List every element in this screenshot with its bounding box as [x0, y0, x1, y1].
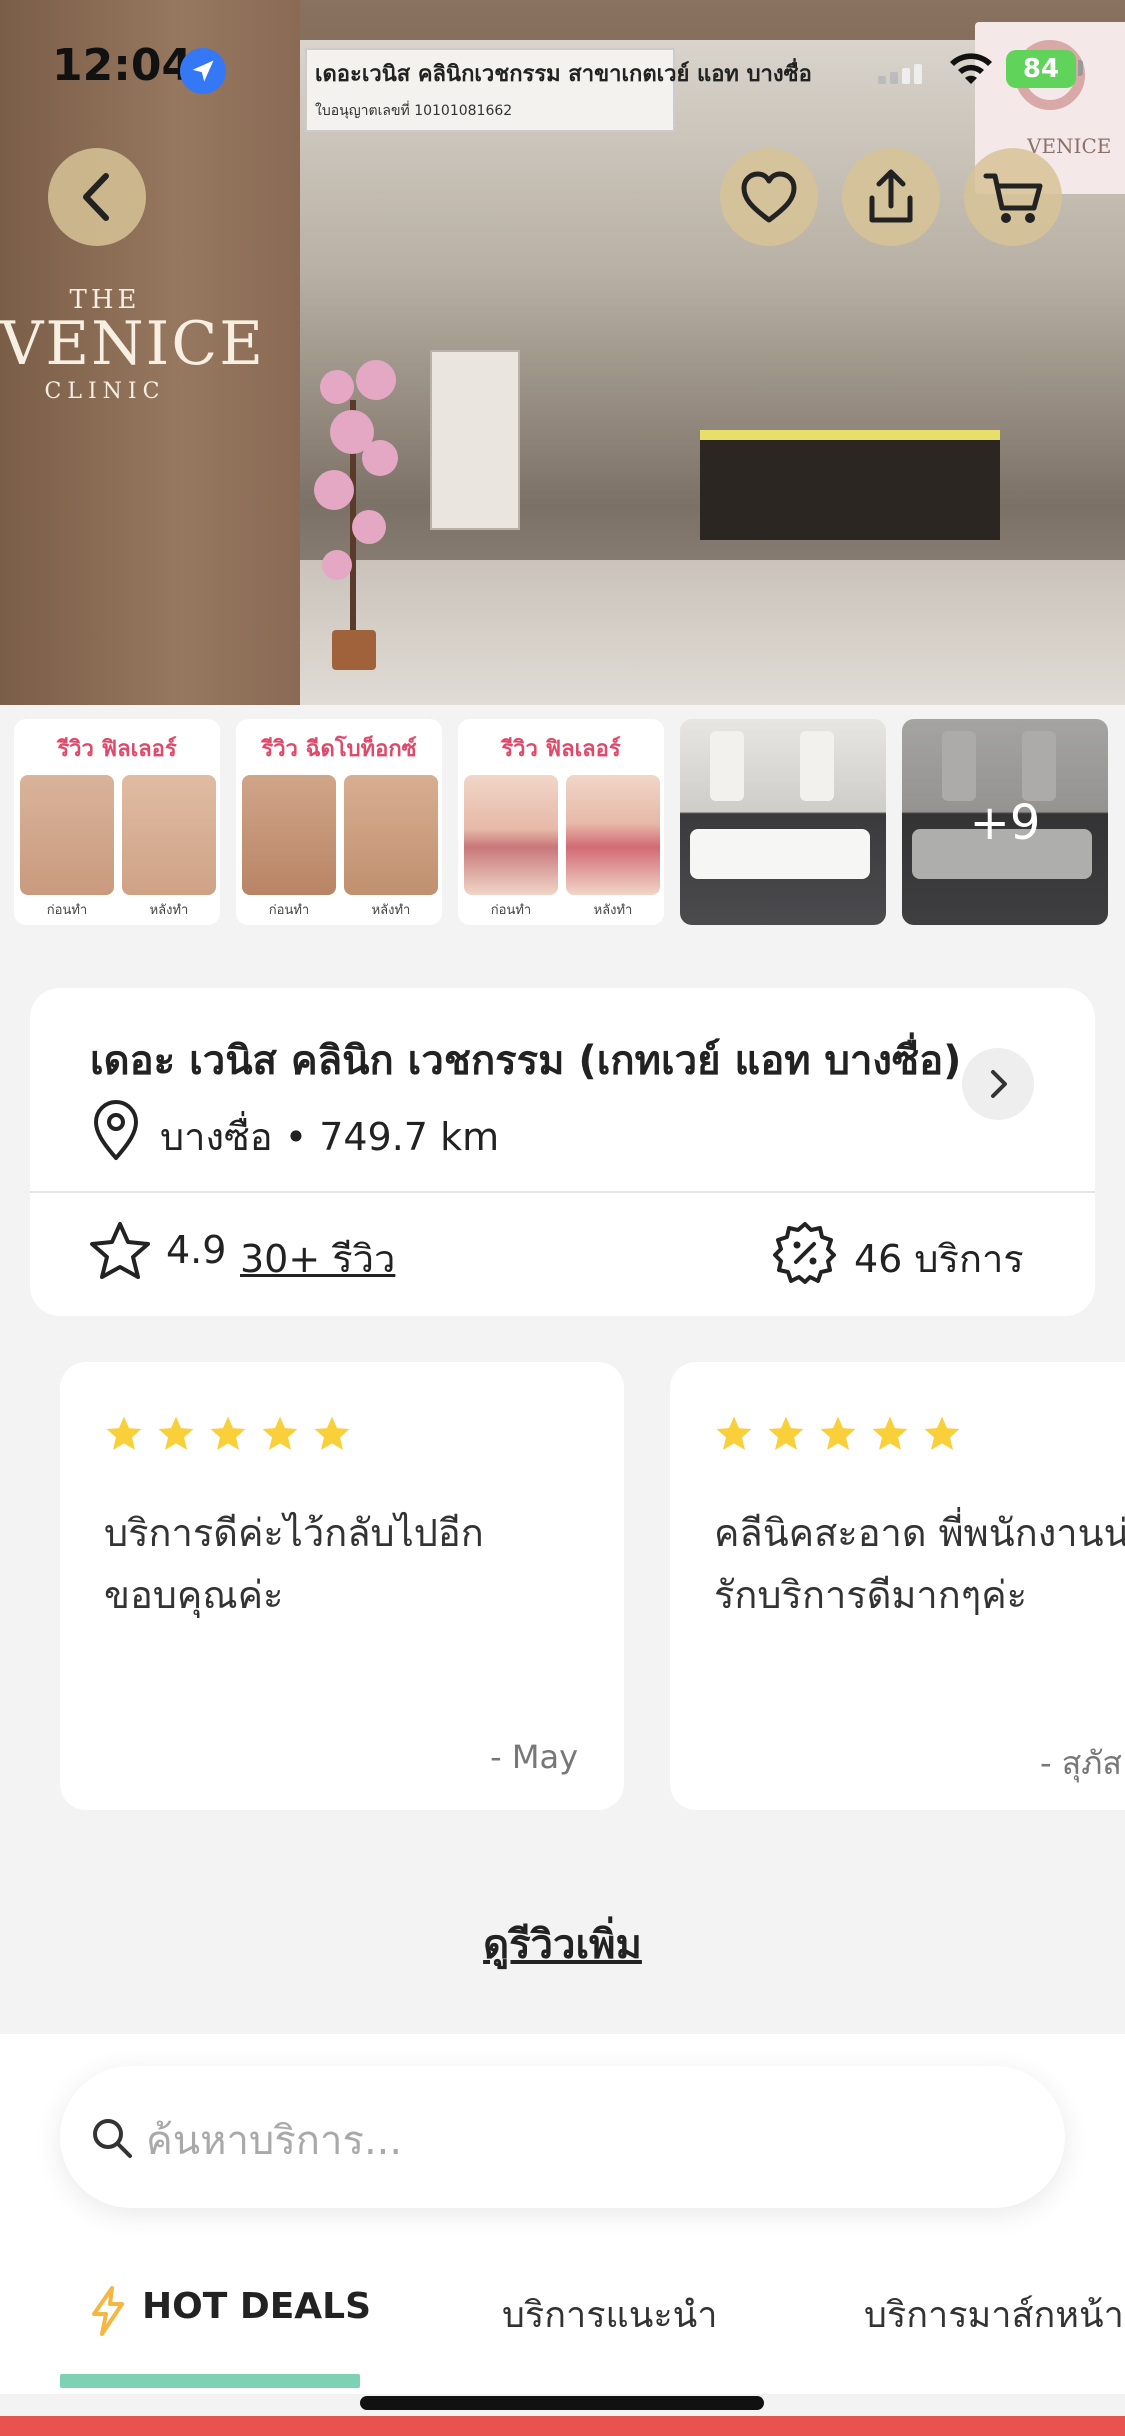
clinic-details-button[interactable] [962, 1048, 1034, 1120]
service-search-input[interactable]: ค้นหาบริการ... [60, 2066, 1065, 2208]
search-icon [93, 2119, 132, 2158]
star-icon [872, 1416, 908, 1450]
star-icon [820, 1416, 856, 1450]
chevron-right-icon [991, 1070, 1007, 1098]
review-text: คลีนิคสะอาด พี่พนักงานน่า รักบริการดีมาก… [714, 1511, 1125, 1617]
star-icon [262, 1416, 298, 1450]
wifi-icon [950, 53, 992, 84]
gallery-thumbnail-more[interactable]: +9 [902, 719, 1108, 925]
more-reviews-link[interactable]: ดูรีวิวเพิ่ม [0, 1912, 1125, 1976]
review-author: - สุภัส [1040, 1744, 1122, 1782]
thumbnail-title: รีวิว ฟิลเลอร์ [57, 737, 177, 762]
more-photos-count: +9 [969, 795, 1041, 851]
bottom-bar-edge [0, 2416, 1125, 2436]
cellular-signal-icon [878, 64, 922, 84]
battery-tip [1078, 60, 1083, 76]
share-icon [869, 169, 913, 223]
review-stars [714, 1414, 962, 1454]
gallery-thumbnail[interactable] [680, 719, 886, 925]
star-outline-icon [90, 1222, 150, 1279]
active-tab-indicator [60, 2374, 360, 2388]
logo-venice: VENICE [0, 309, 266, 379]
thumbnail-before-label: ก่อนทำ [268, 903, 310, 918]
clinic-location-distance: บางซื่อ • 749.7 km [160, 1115, 500, 1159]
service-tabs: HOT DEALS บริการแนะนำ บริการมาส์กหน้า [0, 2236, 1125, 2356]
lightning-bolt-icon [92, 2286, 124, 2336]
clinic-name[interactable]: เดอะ เวนิส คลินิก เวชกรรม (เกทเวย์ แอท บ… [90, 1028, 990, 1092]
gallery-thumbnail[interactable]: รีวิว ฟิลเลอร์ ก่อนทำ หลังทำ [14, 719, 220, 925]
clinic-info-card: เดอะ เวนิส คลินิก เวชกรรม (เกทเวย์ แอท บ… [30, 988, 1095, 1316]
logo-clinic: CLINIC [44, 379, 166, 404]
hero-floor [300, 560, 1125, 705]
battery-indicator: 84 [1006, 50, 1076, 88]
share-button[interactable] [842, 148, 940, 246]
hero-reception-counter [700, 430, 1000, 540]
star-icon [924, 1416, 960, 1450]
review-text: บริการดีค่ะไว้กลับไปอีก ขอบคุณค่ะ [104, 1511, 484, 1617]
heart-icon [741, 171, 797, 223]
review-card[interactable]: คลีนิคสะอาด พี่พนักงานน่า รักบริการดีมาก… [670, 1362, 1125, 1810]
star-icon [210, 1416, 246, 1450]
review-stars [104, 1414, 352, 1454]
tab-facial-mask-services[interactable]: บริการมาส์กหน้า [864, 2286, 1124, 2343]
star-icon [314, 1416, 350, 1450]
thumbnail-after-label: หลังทำ [593, 903, 633, 918]
cart-button[interactable] [964, 148, 1062, 246]
gallery-thumbnail-strip: รีวิว ฟิลเลอร์ ก่อนทำ หลังทำ รีวิว ฉีดโบ… [0, 705, 1125, 945]
venice-clinic-logo: THE VENICE CLINIC [0, 285, 266, 404]
map-pin-icon [94, 1100, 138, 1160]
chevron-left-icon [83, 173, 109, 221]
star-icon [768, 1416, 804, 1450]
discount-badge-icon [773, 1222, 836, 1284]
card-divider [30, 1191, 1095, 1193]
thumbnail-after-label: หลังทำ [371, 903, 411, 918]
flower-vase-decoration [300, 360, 410, 670]
review-card[interactable]: บริการดีค่ะไว้กลับไปอีก ขอบคุณค่ะ - May [60, 1362, 624, 1810]
star-icon [158, 1416, 194, 1450]
thumbnail-after-label: หลังทำ [149, 903, 189, 918]
status-time: 12:04 [52, 40, 193, 91]
gallery-thumbnail[interactable]: รีวิว ฉีดโบท็อกซ์ ก่อนทำ หลังทำ [236, 719, 442, 925]
status-bar: 12:04 84 [0, 0, 1125, 135]
location-arrow-icon [180, 48, 226, 94]
gallery-thumbnail[interactable]: รีวิว ฟิลเลอร์ ก่อนทำ หลังทำ [458, 719, 664, 925]
thumbnail-title: รีวิว ฟิลเลอร์ [501, 737, 621, 762]
services-count[interactable]: 46 บริการ [854, 1228, 1024, 1289]
review-author: - May [490, 1738, 578, 1776]
thumbnail-before-label: ก่อนทำ [46, 903, 88, 918]
star-icon [716, 1416, 752, 1450]
home-indicator[interactable] [360, 2396, 764, 2410]
back-button[interactable] [48, 148, 146, 246]
thumbnail-title: รีวิว ฉีดโบท็อกซ์ [261, 737, 417, 762]
clinic-rating: 4.9 [166, 1228, 227, 1272]
favorite-button[interactable] [720, 148, 818, 246]
search-placeholder: ค้นหาบริการ... [146, 2118, 403, 2164]
tab-recommended-services[interactable]: บริการแนะนำ [502, 2286, 718, 2343]
hero-shelf [430, 350, 520, 530]
cart-icon [983, 173, 1043, 223]
reviews-link[interactable]: 30+ รีวิว [240, 1228, 395, 1289]
thumbnail-before-label: ก่อนทำ [490, 903, 532, 918]
star-icon [106, 1416, 142, 1450]
tab-hot-deals[interactable]: HOT DEALS [142, 2286, 371, 2327]
